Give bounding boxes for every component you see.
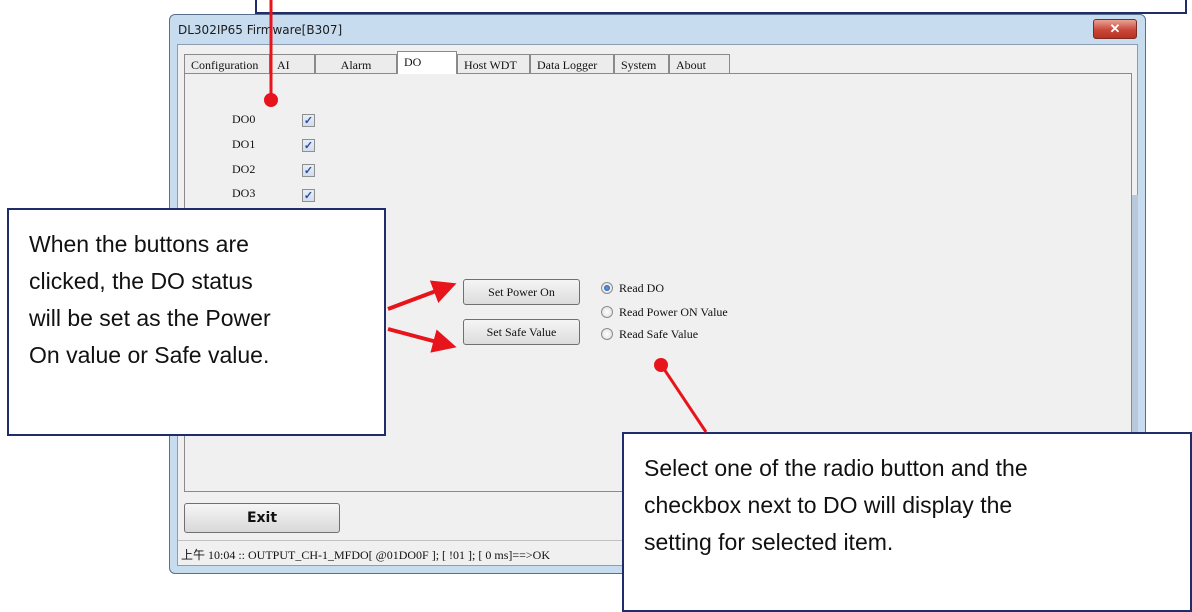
tab-do[interactable]: DO	[397, 51, 457, 74]
arrow-to-set-power-on	[387, 280, 457, 311]
arrow-top-dot	[264, 93, 278, 107]
annotation-arrows	[264, 0, 708, 433]
arrow-to-set-safe-value	[387, 327, 457, 353]
arrow-radio-dot	[654, 358, 668, 372]
arrow-radio-pointer	[660, 365, 708, 433]
